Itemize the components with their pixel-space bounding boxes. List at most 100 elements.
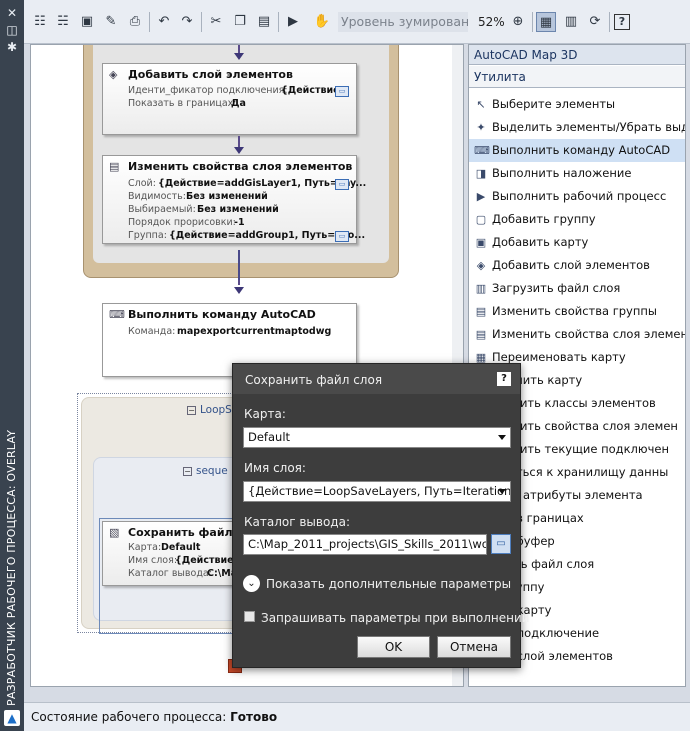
- activity-prop-label: Команда:: [128, 326, 176, 337]
- activity-prop-label: Выбираемый:: [128, 204, 196, 215]
- list-item[interactable]: ↖ Выберите элементы: [469, 93, 685, 116]
- connector-line: [238, 45, 240, 53]
- connector-line: [238, 136, 240, 147]
- copy-icon[interactable]: ❐: [230, 12, 250, 32]
- toolbar-separator: [609, 12, 610, 32]
- map-select[interactable]: Default: [243, 427, 511, 448]
- paste-icon[interactable]: ▤: [254, 12, 274, 32]
- help-icon[interactable]: ?: [497, 372, 511, 386]
- pan-icon[interactable]: ✋: [312, 12, 332, 32]
- group-props-icon: ▤: [475, 305, 487, 318]
- list-item[interactable]: ◈ Добавить слой элементов: [469, 254, 685, 277]
- activity-change-layer-props[interactable]: ▤ Изменить свойства слоя элементов Слой:…: [102, 155, 366, 244]
- connector-line: [238, 280, 240, 285]
- list-item[interactable]: ⌨ Выполнить команду AutoCAD: [469, 139, 685, 162]
- redo-icon[interactable]: ↷: [177, 12, 197, 32]
- help-icon[interactable]: ?: [614, 14, 630, 30]
- activity-prop-label: Иденти_фикатор подключения:: [128, 85, 288, 96]
- show-more-params-link[interactable]: Показать дополнительные параметры: [266, 577, 511, 591]
- save-as-icon[interactable]: ✎: [101, 12, 121, 32]
- status-value: Готово: [230, 710, 278, 724]
- zoom-icon[interactable]: ⊕: [508, 12, 528, 32]
- layer-name-select[interactable]: {Действие=LoopSaveLayers, Путь=Iteration…: [243, 481, 511, 502]
- output-folder-input[interactable]: C:\Map_2011_projects\GIS_Skills_2011\wor…: [243, 534, 487, 555]
- load-layer-icon: ▥: [475, 282, 487, 295]
- expand-icon[interactable]: ⌄: [243, 575, 260, 592]
- activity-prop-label: Карта:: [128, 542, 162, 553]
- new-sequence-icon[interactable]: ☵: [53, 12, 73, 32]
- collapse-icon[interactable]: −: [187, 405, 196, 415]
- list-item[interactable]: ▣ Добавить карту: [469, 231, 685, 254]
- activity-prop-value: -1: [234, 217, 245, 228]
- activity-prop-value: Без изменений: [197, 204, 279, 215]
- toolbar: ☷ ☵ ▣ ✎ ⎙ ↶ ↷ ✂ ❐ ▤ ▶ ✋ Уровень зумирова…: [24, 0, 690, 44]
- activity-prop-label: Имя слоя:: [128, 555, 178, 566]
- add-group-icon: ▢: [475, 213, 487, 226]
- layer-name-label: Имя слоя:: [244, 461, 306, 475]
- list-item[interactable]: ✦ Выделить элементы/Убрать выдел: [469, 116, 685, 139]
- ask-params-label[interactable]: Запрашивать параметры при выполнении: [261, 611, 530, 625]
- zoom-level-value[interactable]: 52%: [478, 12, 505, 32]
- refresh-icon[interactable]: ⟳: [585, 12, 605, 32]
- command-icon: ⌨: [109, 308, 125, 321]
- property-editor-icon[interactable]: ▭: [335, 231, 349, 242]
- undo-icon[interactable]: ↶: [154, 12, 174, 32]
- activity-title: Добавить слой элементов: [128, 68, 293, 81]
- status-bar: Состояние рабочего процесса: Готово: [24, 702, 690, 731]
- activity-title: Изменить свойства слоя элементов: [128, 160, 353, 173]
- add-layer-icon: ◈: [109, 68, 118, 81]
- cancel-button[interactable]: Отмена: [437, 636, 511, 658]
- ask-params-checkbox[interactable]: [244, 611, 255, 622]
- list-item[interactable]: ▥ Загрузить файл слоя: [469, 277, 685, 300]
- list-item[interactable]: ◨ Выполнить наложение: [469, 162, 685, 185]
- sequence-group-label[interactable]: − seque: [183, 465, 228, 477]
- zoom-level-label: Уровень зумирования: [338, 12, 468, 32]
- layer-props-icon: ▤: [109, 160, 120, 173]
- list-item[interactable]: ▶ Выполнить рабочий процесс: [469, 185, 685, 208]
- panel-category[interactable]: Утилита: [469, 66, 685, 88]
- property-editor-icon[interactable]: ▭: [335, 86, 349, 97]
- ok-button[interactable]: OK: [357, 636, 430, 658]
- settings-icon[interactable]: ✱: [5, 40, 19, 54]
- save-layer-icon: ▧: [109, 526, 120, 539]
- cut-icon[interactable]: ✂: [206, 12, 226, 32]
- activity-prop-value: Да: [231, 98, 246, 109]
- list-item[interactable]: ▤Изменить свойства слоя элементов: [469, 323, 685, 346]
- view-icon[interactable]: ▥: [561, 12, 581, 32]
- activity-prop-value: Default: [161, 542, 201, 553]
- list-item[interactable]: ▢ Добавить группу: [469, 208, 685, 231]
- chevron-down-icon: [498, 489, 506, 494]
- folder-icon: ▭: [496, 538, 506, 549]
- new-workflow-icon[interactable]: ☷: [30, 12, 50, 32]
- pin-icon[interactable]: ◫: [5, 23, 19, 37]
- connector-arrow-icon: [234, 147, 244, 154]
- activity-prop-value: mapexportcurrentmaptodwg: [177, 326, 332, 337]
- activity-prop-label: Слой:: [128, 178, 156, 189]
- print-icon[interactable]: ⎙: [125, 12, 145, 32]
- activity-add-layer[interactable]: ◈ Добавить слой элементов Иденти_фикатор…: [102, 63, 357, 135]
- window-title: РАЗРАБОТЧИК РАБОЧЕГО ПРОЦЕССА: OVERLAY: [5, 429, 18, 706]
- property-editor-icon[interactable]: ▭: [335, 179, 349, 190]
- output-folder-label: Каталог вывода:: [244, 515, 351, 529]
- add-layer-icon: ◈: [476, 259, 486, 272]
- layout-icon[interactable]: ▦: [536, 12, 556, 32]
- vertical-title-bar: ✕ ◫ ✱ РАЗРАБОТЧИК РАБОЧЕГО ПРОЦЕССА: OVE…: [0, 0, 24, 731]
- run-workflow-icon[interactable]: ▶: [283, 12, 303, 32]
- connector-arrow-icon: [234, 53, 244, 60]
- workflow-icon: ▶: [476, 190, 486, 203]
- close-icon[interactable]: ✕: [5, 6, 19, 20]
- save-icon[interactable]: ▣: [77, 12, 97, 32]
- save-layer-file-dialog: Сохранить файл слоя ? Карта: Default Имя…: [232, 363, 530, 668]
- loop-group-label[interactable]: − LoopS: [187, 404, 232, 416]
- panel-title[interactable]: AutoCAD Map 3D: [469, 45, 685, 65]
- activity-prop-label: Группа:: [128, 230, 167, 241]
- collapse-icon[interactable]: −: [183, 466, 192, 476]
- chevron-down-icon: [498, 435, 506, 440]
- browse-folder-button[interactable]: ▭: [491, 534, 511, 554]
- activity-title: Выполнить команду AutoCAD: [128, 308, 316, 321]
- activity-prop-label: Видимость:: [128, 191, 186, 202]
- dialog-header[interactable]: Сохранить файл слоя ?: [233, 364, 520, 394]
- activity-prop-label: Показать в границах:: [128, 98, 237, 109]
- toolbar-separator: [149, 12, 150, 32]
- list-item[interactable]: ▤ Изменить свойства группы: [469, 300, 685, 323]
